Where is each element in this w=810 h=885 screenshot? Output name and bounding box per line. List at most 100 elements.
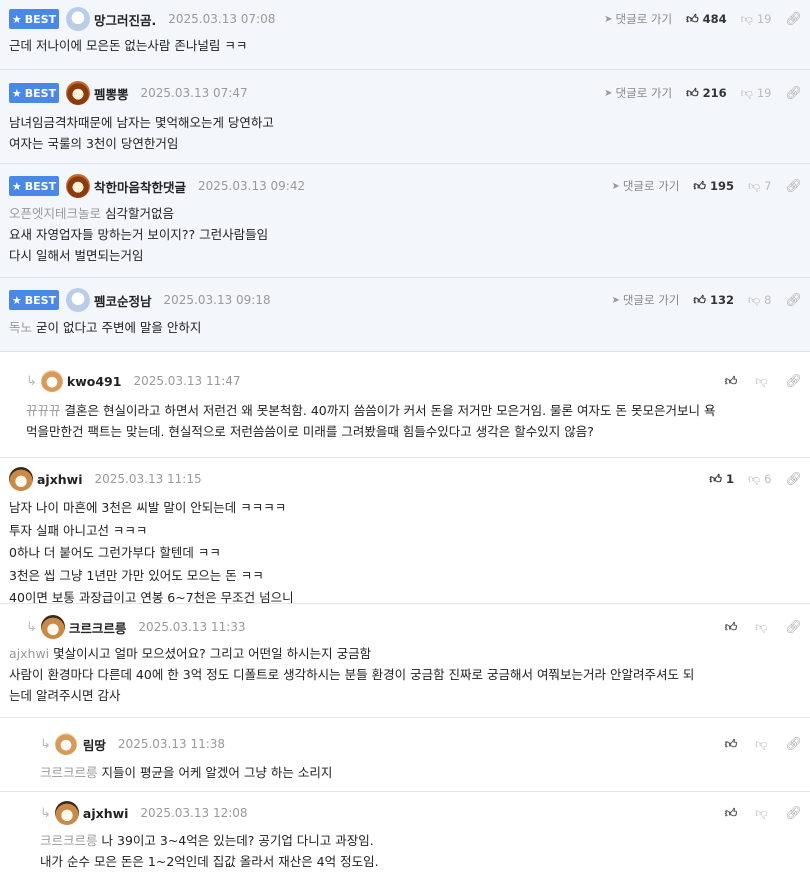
thumbs-up-icon: 👍︎	[724, 736, 738, 751]
mention[interactable]: 독노	[9, 320, 32, 335]
goto-comment-link[interactable]: ➤ 댓글로 가기	[611, 178, 679, 194]
author-name[interactable]: kwo491	[67, 374, 122, 389]
link-icon[interactable]: 🔗︎	[785, 86, 802, 101]
goto-comment-link[interactable]: ➤ 댓글로 가기	[611, 292, 679, 308]
send-icon: ➤	[611, 294, 620, 306]
mention[interactable]: 뀨뀨뀨	[26, 403, 61, 418]
best-badge: ★ BEST	[9, 83, 59, 103]
comment-line: 독노 굳이 없다고 주변에 말을 안하지	[9, 317, 810, 338]
best-comment: ★ BEST 망그러진곰. 2025.03.13 07:08 ➤ 댓글로 가기 👍︎…	[0, 0, 810, 70]
reply-arrow-icon: ↳	[26, 619, 37, 635]
author-name[interactable]: 펨코순정남	[94, 291, 152, 310]
comment-text: 결혼은 현실이라고 하면서 저런건 왜 못본척함. 40까지 씀씀이가 커서 돈…	[64, 403, 716, 418]
author-name[interactable]: ajxhwi	[37, 472, 83, 487]
downvote-button[interactable]: 👎︎ 8	[748, 293, 772, 308]
link-icon[interactable]: 🔗︎	[785, 806, 802, 821]
comment-actions: ➤ 댓글로 가기 👍︎ 195 👎︎ 7 🔗︎	[611, 175, 802, 197]
mention[interactable]: 크르크르릉	[40, 833, 98, 848]
mention[interactable]: 크르크르릉	[40, 765, 98, 780]
downvote-count: 19	[756, 86, 772, 100]
author-name[interactable]: 착한마음착한댓글	[94, 177, 186, 196]
upvote-button[interactable]: 👍︎ 1	[709, 472, 734, 487]
downvote-button[interactable]: 👎︎	[755, 737, 771, 752]
best-label: BEST	[24, 179, 57, 193]
author-name[interactable]: 림땅	[83, 735, 106, 754]
avatar[interactable]	[66, 81, 90, 105]
link-icon[interactable]: 🔗︎	[785, 737, 802, 752]
avatar[interactable]	[40, 370, 63, 392]
downvote-button[interactable]: 👎︎	[755, 374, 771, 389]
link-icon[interactable]: 🔗︎	[785, 179, 802, 194]
reply-arrow-icon: ↳	[26, 373, 37, 389]
upvote-count: 132	[709, 293, 734, 307]
comment-actions: 👍︎ 👎︎ 🔗︎	[725, 802, 802, 824]
comment-line: 사람이 환경마다 다른데 40에 한 3억 정도 디폴트로 생각하시는 분들 환…	[9, 667, 695, 682]
avatar[interactable]	[66, 288, 90, 312]
link-icon[interactable]: 🔗︎	[785, 620, 802, 635]
downvote-button[interactable]: 👎︎ 7	[748, 179, 772, 194]
comment-actions: 👍︎ 👎︎ 🔗︎	[725, 733, 802, 755]
avatar[interactable]	[66, 7, 90, 31]
link-icon[interactable]: 🔗︎	[785, 472, 802, 487]
upvote-button[interactable]: 👍︎	[725, 620, 742, 635]
author-name[interactable]: ajxhwi	[83, 806, 129, 821]
downvote-button[interactable]: 👎︎	[755, 620, 771, 635]
best-label: BEST	[24, 12, 57, 26]
mention[interactable]: ajxhwi	[9, 646, 49, 661]
reply-comment: ↳ 림땅 2025.03.13 11:38 👍︎ 👎︎ 🔗︎ 크르크르릉 지들이 …	[0, 718, 810, 792]
upvote-button[interactable]: 👍︎	[725, 374, 742, 389]
downvote-button[interactable]: 👎︎ 19	[741, 86, 772, 101]
upvote-button[interactable]: 👍︎	[725, 806, 742, 821]
thumbs-up-icon: 👍︎	[709, 471, 722, 486]
upvote-button[interactable]: 👍︎ 484	[686, 12, 727, 27]
comment-body: 남녀임금격차때문에 남자는 몇억해오는게 당연하고 여자는 국룰의 3천이 당연…	[9, 112, 810, 154]
reply-comment: ↳ ajxhwi 2025.03.13 12:08 👍︎ 👎︎ 🔗︎ 크르크르릉…	[0, 792, 810, 885]
downvote-count: 7	[764, 179, 772, 193]
goto-label: 댓글로 가기	[615, 86, 673, 100]
comment-body: 독노 굳이 없다고 주변에 말을 안하지	[9, 317, 810, 338]
upvote-button[interactable]: 👍︎ 132	[693, 293, 734, 308]
star-icon: ★	[11, 179, 22, 193]
comment-line: 내가 순수 모은 돈은 1~2억인데 집값 올라서 재산은 4억 정도임.	[40, 854, 379, 869]
comment-line: 다시 일해서 벌면되는거임	[9, 248, 144, 263]
send-icon: ➤	[611, 180, 620, 192]
avatar[interactable]	[66, 174, 90, 198]
thumbs-down-icon: 👎︎	[747, 178, 761, 193]
link-icon[interactable]: 🔗︎	[785, 293, 802, 308]
mention[interactable]: 오픈엣지테크놀로	[9, 206, 101, 221]
author-name[interactable]: 펨뽕뽕	[94, 84, 129, 103]
avatar[interactable]	[9, 467, 33, 491]
goto-comment-link[interactable]: ➤ 댓글로 가기	[604, 11, 672, 27]
avatar[interactable]	[54, 801, 79, 825]
link-icon[interactable]: 🔗︎	[785, 374, 802, 389]
comment-body: 크르크르릉 나 39이고 3~4억은 있는데? 공기업 다니고 과장임. 내가 순…	[40, 830, 810, 872]
comment-header: ↳ 크르크르릉 2025.03.13 11:33 👍︎ 👎︎ 🔗︎	[26, 615, 810, 639]
link-icon[interactable]: 🔗︎	[785, 12, 802, 27]
upvote-button[interactable]: 👍︎	[725, 737, 742, 752]
avatar[interactable]	[54, 733, 77, 755]
reply-comment: ↳ 크르크르릉 2025.03.13 11:33 👍︎ 👎︎ 🔗︎ ajxhwi…	[0, 604, 810, 718]
avatar[interactable]	[40, 615, 65, 639]
goto-comment-link[interactable]: ➤ 댓글로 가기	[604, 85, 672, 101]
comment-body: 오픈엣지테크놀로 심각할거없음 요새 자영업자들 망하는거 보이지?? 그런사람들…	[9, 203, 810, 266]
comment-text: 심각할거없음	[105, 206, 175, 221]
comment-text: 나 39이고 3~4억은 있는데? 공기업 다니고 과장임.	[101, 833, 374, 848]
downvote-button[interactable]: 👎︎ 6	[748, 472, 772, 487]
author-name[interactable]: 크르크르릉	[69, 618, 127, 637]
upvote-count: 484	[702, 12, 727, 26]
comment-actions: ➤ 댓글로 가기 👍︎ 132 👎︎ 8 🔗︎	[611, 289, 802, 311]
best-badge: ★ BEST	[9, 176, 59, 196]
comment-line: 크르크르릉 나 39이고 3~4억은 있는데? 공기업 다니고 과장임.	[40, 830, 810, 851]
downvote-count: 8	[764, 293, 772, 307]
comment-line: 먹을만한건 팩트는 맞는데. 현실적으로 저런씀씀이로 미래를 그려봤을때 힘들…	[26, 424, 594, 439]
goto-label: 댓글로 가기	[615, 12, 673, 26]
downvote-button[interactable]: 👎︎	[755, 806, 771, 821]
star-icon: ★	[11, 12, 22, 26]
comment-body: 뀨뀨뀨 결혼은 현실이라고 하면서 저런건 왜 못본척함. 40까지 씀씀이가 커…	[26, 400, 810, 442]
star-icon: ★	[11, 293, 22, 307]
downvote-button[interactable]: 👎︎ 19	[741, 12, 772, 27]
thumbs-down-icon: 👎︎	[755, 805, 768, 820]
upvote-button[interactable]: 👍︎ 195	[693, 179, 734, 194]
upvote-button[interactable]: 👍︎ 216	[686, 86, 727, 101]
author-name[interactable]: 망그러진곰.	[94, 10, 156, 29]
